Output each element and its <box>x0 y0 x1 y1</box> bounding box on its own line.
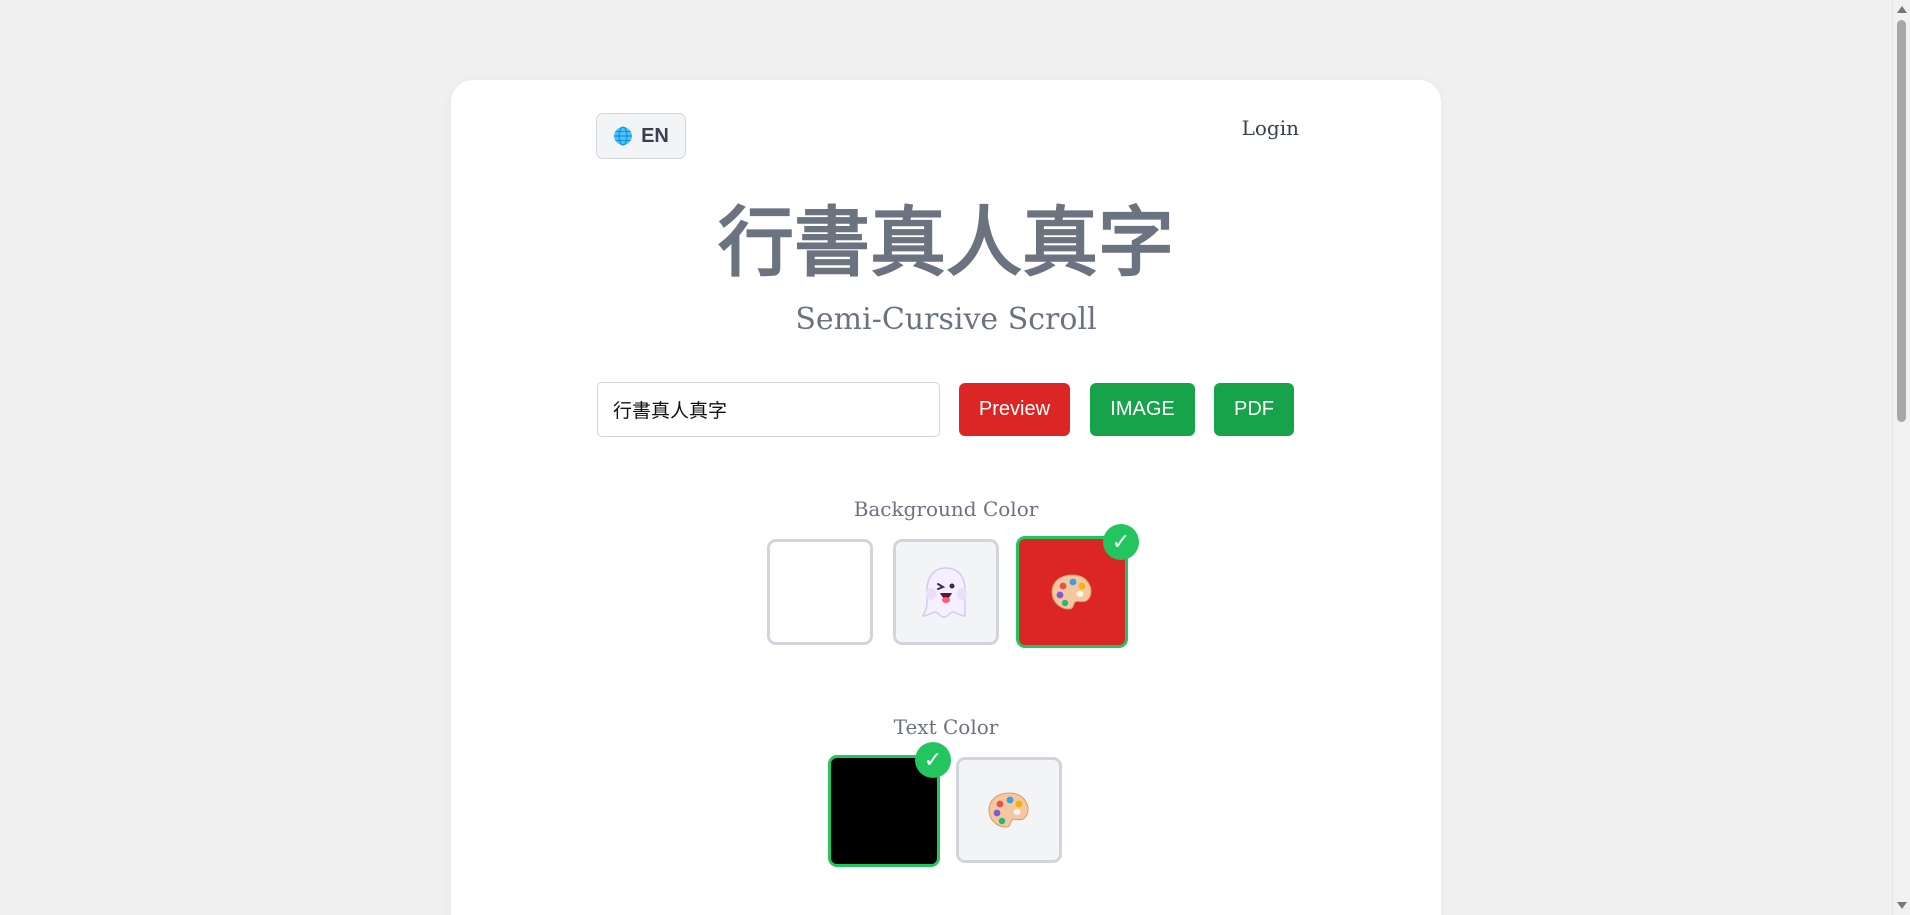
palette-icon <box>988 792 1029 828</box>
language-label: EN <box>641 124 669 147</box>
bg-swatch-ghost[interactable] <box>893 539 999 645</box>
scroll-up-icon[interactable] <box>1897 6 1907 13</box>
globe-icon <box>614 126 633 146</box>
text-selected-check-icon: ✓ <box>915 742 951 778</box>
pdf-button[interactable]: PDF <box>1214 383 1294 436</box>
scroll-thumb[interactable] <box>1897 20 1906 422</box>
bg-selected-check-icon: ✓ <box>1103 524 1139 560</box>
page-scrollbar[interactable] <box>1892 0 1910 915</box>
text-color-label: Text Color <box>893 715 999 739</box>
language-button[interactable]: EN <box>596 113 686 159</box>
page-title: 行書真人真字 <box>718 198 1174 287</box>
page-subtitle: Semi-Cursive Scroll <box>795 302 1097 337</box>
main-card: EN Login 行書真人真字 Semi-Cursive Scroll Prev… <box>451 80 1441 915</box>
bg-swatch-white[interactable] <box>767 539 873 645</box>
image-button[interactable]: IMAGE <box>1090 383 1195 436</box>
text-swatch-custom[interactable] <box>956 757 1062 863</box>
background-color-label: Background Color <box>853 497 1039 521</box>
login-link[interactable]: Login <box>1242 116 1299 140</box>
ghost-icon <box>922 567 967 618</box>
scroll-down-icon[interactable] <box>1897 902 1907 909</box>
page-viewport: EN Login 行書真人真字 Semi-Cursive Scroll Prev… <box>0 0 1892 915</box>
palette-icon <box>1051 574 1092 610</box>
preview-button[interactable]: Preview <box>959 383 1070 436</box>
text-input[interactable] <box>597 382 940 437</box>
